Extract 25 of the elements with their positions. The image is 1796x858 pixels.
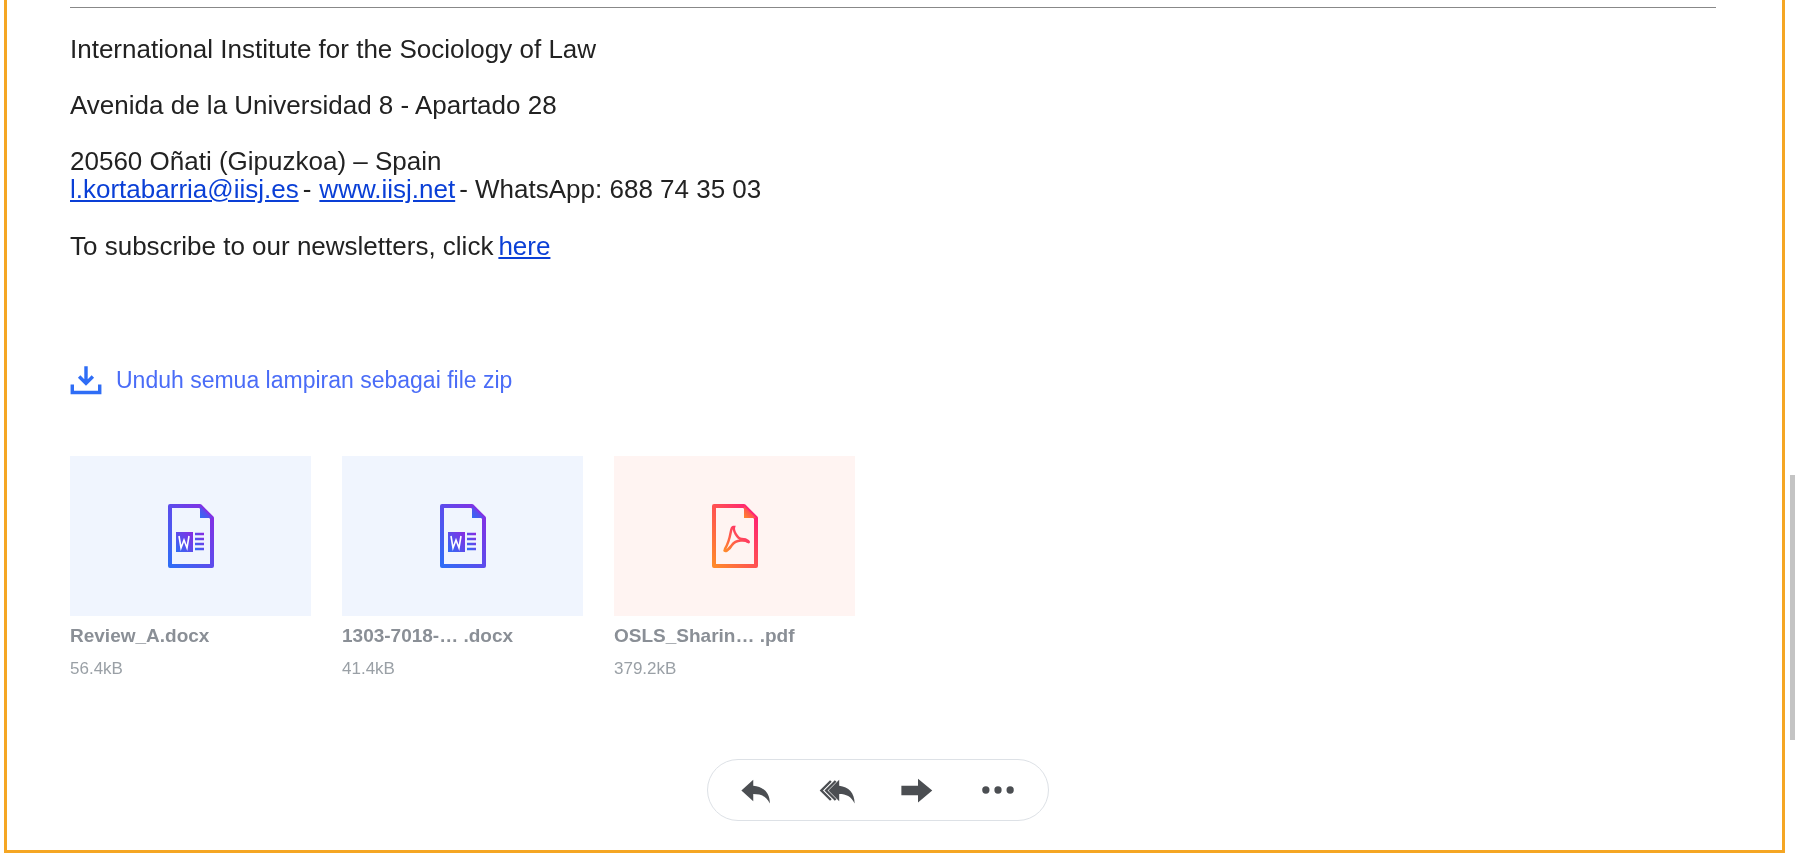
attachment-name[interactable]: OSLS_Sharin… .pdf [614,625,855,647]
attachment-name[interactable]: 1303-7018-… .docx [342,625,583,647]
signature-line: Avenida de la Universidad 8 - Apartado 28 [70,90,557,120]
word-document-icon [165,503,216,569]
attachment-size: 56.4kB [70,659,124,679]
attachment-thumbnail[interactable] [614,456,855,616]
word-document-icon [437,503,488,569]
subscribe-text: To subscribe to our newsletters, click [70,232,494,260]
signature-line: International Institute for the Sociology of Law [70,34,597,64]
attachment-thumbnail[interactable] [70,456,311,616]
separator-text: - [302,175,312,203]
attachment-thumbnail[interactable] [342,456,583,616]
pdf-document-icon [709,503,760,569]
attachment-name[interactable]: Review_A.docx [70,625,311,647]
signature-line: 20560 Oñati (Gipuzkoa) – Spain [70,146,442,176]
scrollbar-thumb[interactable] [1790,475,1795,740]
website-link[interactable]: www.iisj.net [319,175,456,203]
email-link[interactable]: l.kortabarria@iisj.es [70,175,299,203]
attachment-size: 41.4kB [342,659,396,679]
attachment-size: 379.2kB [614,659,678,679]
whatsapp-text: - WhatsApp: 688 74 35 03 [459,175,762,203]
download-all-link[interactable]: Unduh semua lampiran sebagai file zip [70,365,513,395]
more-icon [981,785,1015,795]
subscribe-link[interactable]: here [498,232,551,260]
download-icon [70,365,102,395]
